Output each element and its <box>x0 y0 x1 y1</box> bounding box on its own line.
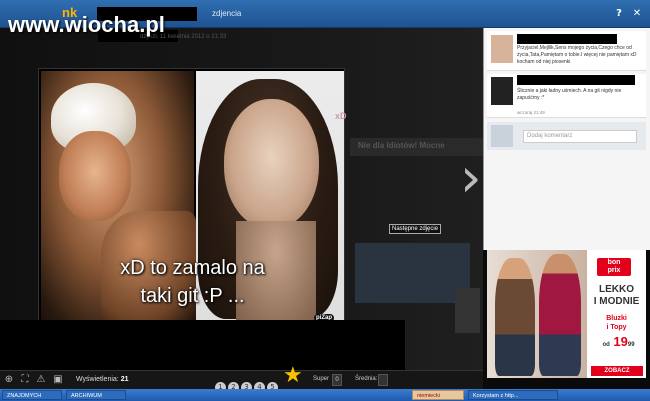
comment-time: wczoraj 21:49 <box>517 110 545 115</box>
comment-text: Przyjaciel,Mejllik,Sens mojego życia,Cze… <box>517 45 637 65</box>
caption-line-1: xD to zamalo na <box>120 257 265 279</box>
redacted-area <box>0 320 405 370</box>
image-icon[interactable]: ▣ <box>52 374 64 386</box>
taskbar-item[interactable]: Korzystam z http... <box>468 390 558 400</box>
ad-subline-line-1: Bluzki <box>606 315 627 322</box>
ad-model-2 <box>539 254 581 376</box>
comment-item: Przyjaciel,Mejllik,Sens mojego życia,Cze… <box>487 31 646 71</box>
taskbar-item[interactable]: niemiecki GRATIS» <box>412 390 464 400</box>
viewer-toolbar: ⊕ ⛶ ⚠ ▣ Wyświetlenia: 21 12345 ★ Super 0… <box>0 365 483 393</box>
ad-brand-logo: bon prix <box>597 258 631 276</box>
ad-price-cents: 99 <box>627 342 635 348</box>
background-panel <box>355 243 470 303</box>
main-photo[interactable]: xD xD to zamalo na taki git :P ... piZap <box>38 68 347 326</box>
redacted-commenter <box>517 75 635 85</box>
comment-input[interactable]: Dodaj komentarz <box>523 130 637 143</box>
comments-panel: Przyjaciel,Mejllik,Sens mojego życia,Cze… <box>483 28 650 250</box>
taskbar-item[interactable]: ZNAJOMYCH <box>2 390 62 400</box>
zoom-icon[interactable]: ⊕ <box>3 374 15 386</box>
ad-subline-line-2: i Topy <box>606 324 627 331</box>
ad-image <box>487 250 587 378</box>
background-thumb <box>455 288 480 333</box>
fullscreen-icon[interactable]: ⛶ <box>19 374 31 386</box>
caption-line-2: taki git :P ... <box>140 285 245 307</box>
average-label: Średnia: <box>355 376 378 382</box>
report-icon[interactable]: ⚠ <box>35 374 47 386</box>
close-icon[interactable]: ✕ <box>630 7 644 21</box>
help-icon[interactable]: ? <box>612 7 626 21</box>
next-photo-arrow-icon[interactable]: › <box>460 148 482 208</box>
super-count: 0 <box>332 374 342 386</box>
screen: nk zdjencia ? ✕ www.wiocha.pl dzyszl. 11… <box>0 0 650 401</box>
background-banner-text: Nie dla Idiotów! Mocne <box>358 141 445 150</box>
add-comment-area: Dodaj komentarz <box>487 122 646 150</box>
ad-brand-line-2: prix <box>607 267 621 274</box>
taskbar: ZNAJOMYCH ARCHIWUM niemiecki GRATIS» Kor… <box>0 389 650 401</box>
site-watermark: www.wiocha.pl <box>8 12 165 37</box>
average-value <box>378 374 388 386</box>
ad-cta-button[interactable]: ZOBACZ <box>591 366 643 376</box>
ad-headline: LEKKO I MODNIE <box>587 284 646 308</box>
photo-caption: xD to zamalo na taki git :P ... <box>39 254 346 310</box>
advertisement[interactable]: bon prix LEKKO I MODNIE Bluzki i Topy od… <box>487 250 646 378</box>
photo-face <box>59 131 131 221</box>
redacted-commenter <box>517 34 617 44</box>
avatar[interactable] <box>491 77 513 105</box>
photo-viewer: dzyszl. 11 kwietnia 2012 o 21:33 Nie dla… <box>0 28 483 370</box>
ad-price-value: 19 <box>613 334 628 349</box>
photo-face-right <box>224 99 319 229</box>
ad-subline: Bluzki i Topy <box>587 314 646 332</box>
taskbar-item[interactable]: ARCHIWUM <box>66 390 126 400</box>
super-star-icon[interactable]: ★ <box>283 365 303 387</box>
ad-headline-line-2: I MODNIE <box>593 296 640 307</box>
ad-price-prefix: od <box>602 342 610 348</box>
ad-headline-line-1: LEKKO <box>599 284 634 295</box>
views-count: 21 <box>120 376 129 383</box>
avatar[interactable] <box>491 35 513 63</box>
ad-model-1 <box>495 258 535 376</box>
avatar <box>491 125 513 147</box>
next-photo-link[interactable]: Następne zdjęcie <box>389 224 442 234</box>
super-label: Super <box>313 376 330 382</box>
window-title: zdjencia <box>212 9 242 18</box>
views-counter: Wyświetlenia: 21 <box>76 376 128 383</box>
ad-brand-line-1: bon <box>607 259 621 266</box>
ad-price: od 1999 <box>591 334 646 349</box>
comment-item: Ślicznie a jaki ładny uśmiech. A na git … <box>487 74 646 118</box>
photo-corner-mark: xD <box>335 111 347 121</box>
comment-text: Ślicznie a jaki ładny uśmiech. A na git … <box>517 88 622 101</box>
views-label: Wyświetlenia: <box>76 376 119 383</box>
